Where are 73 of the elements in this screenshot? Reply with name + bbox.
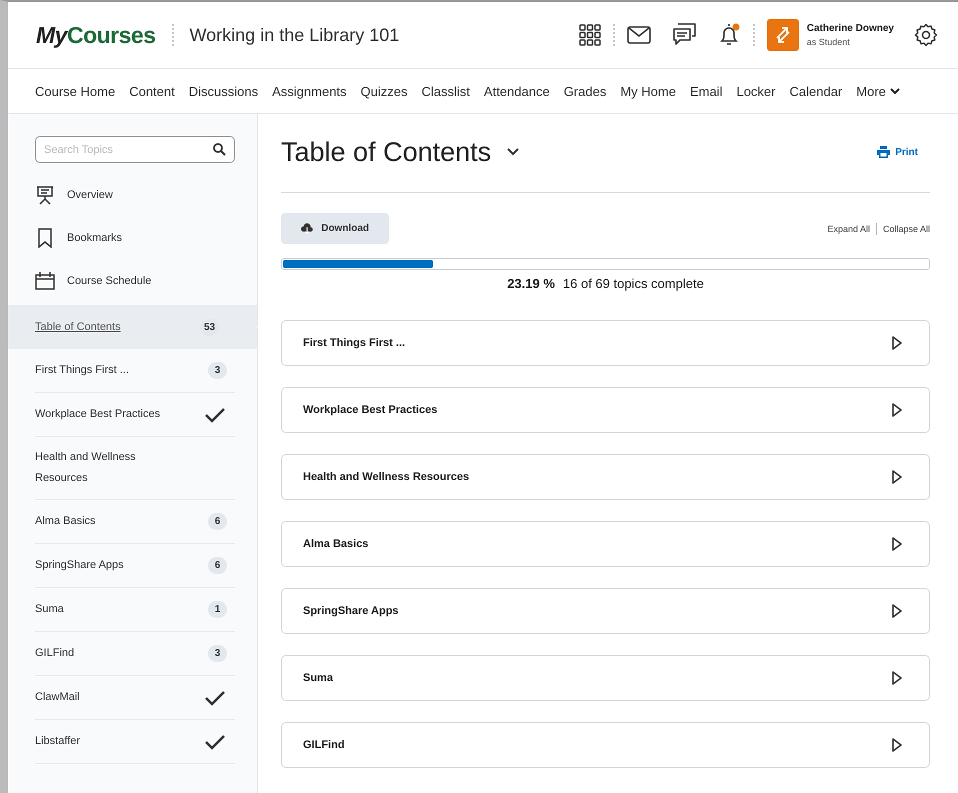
- module-item[interactable]: Alma Basics 6: [35, 500, 235, 544]
- checkmark-icon: [205, 734, 225, 750]
- nav-link[interactable]: Course Home: [35, 84, 116, 98]
- chat-icon[interactable]: [670, 23, 697, 47]
- checkmark-icon: [205, 406, 225, 422]
- progress-summary: 16 of 69 topics complete: [562, 276, 704, 291]
- count-badge: 6: [208, 513, 227, 530]
- expand-arrow-icon[interactable]: [892, 537, 902, 551]
- module-item[interactable]: Suma 1: [35, 588, 235, 632]
- nav-link[interactable]: Attendance: [484, 84, 550, 98]
- module-item[interactable]: SpringShare Apps 6: [35, 544, 235, 588]
- print-link[interactable]: Print: [877, 146, 918, 158]
- nav-link[interactable]: My Home: [620, 84, 676, 98]
- count-badge: 1: [208, 601, 227, 618]
- expand-arrow-icon[interactable]: [892, 336, 902, 350]
- course-title: Working in the Library 101: [190, 24, 400, 46]
- module-card[interactable]: First Things First ...: [281, 320, 930, 366]
- module-item[interactable]: Workplace Best Practices: [35, 393, 235, 437]
- printer-icon: [877, 146, 890, 158]
- nav-link[interactable]: Classlist: [422, 84, 470, 98]
- more-menu[interactable]: More: [856, 84, 900, 98]
- expand-arrow-icon[interactable]: [892, 738, 902, 752]
- download-button[interactable]: Download: [281, 213, 389, 244]
- count-badge: 3: [208, 645, 227, 662]
- expand-arrow-icon[interactable]: [892, 671, 902, 685]
- grid-icon[interactable]: [578, 24, 601, 46]
- chevron-down-icon[interactable]: [507, 148, 520, 156]
- module-item[interactable]: ClawMail: [35, 676, 235, 720]
- expand-all-link[interactable]: Expand All: [827, 224, 870, 234]
- module-card[interactable]: Alma Basics: [281, 521, 930, 567]
- module-card[interactable]: Workplace Best Practices: [281, 387, 930, 433]
- page-title: Table of Contents: [281, 136, 492, 168]
- nav-link[interactable]: Assignments: [272, 84, 347, 98]
- search-field[interactable]: Search Topics: [35, 136, 235, 163]
- expand-arrow-icon[interactable]: [892, 470, 902, 484]
- nav-link[interactable]: Content: [129, 84, 175, 98]
- module-card[interactable]: GILFind: [281, 722, 930, 768]
- module-card[interactable]: Suma: [281, 655, 930, 701]
- expand-arrow-icon[interactable]: [892, 604, 902, 618]
- module-card[interactable]: Health and Wellness Resources: [281, 454, 930, 500]
- nav-link[interactable]: Locker: [736, 84, 776, 98]
- count-badge: 6: [208, 557, 227, 574]
- sidebar-link[interactable]: Course Schedule: [67, 275, 152, 287]
- progress-percent: 23.19 %: [507, 276, 555, 291]
- mail-icon[interactable]: [626, 26, 651, 44]
- swap-icon[interactable]: [766, 19, 799, 51]
- collapse-all-link[interactable]: Collapse All: [882, 224, 930, 234]
- nav-link[interactable]: Quizzes: [360, 84, 408, 98]
- sidebar-link[interactable]: Bookmarks: [67, 232, 122, 244]
- nav-link[interactable]: Grades: [564, 84, 606, 98]
- module-item[interactable]: Health and Wellness Resources: [35, 437, 235, 500]
- module-item[interactable]: Libstaffer: [35, 720, 235, 764]
- nav-link[interactable]: Email: [690, 84, 722, 98]
- cloud-download-icon: [301, 222, 314, 234]
- module-item[interactable]: First Things First ... 3: [35, 349, 235, 393]
- expand-arrow-icon[interactable]: [892, 403, 902, 417]
- search-icon[interactable]: [213, 143, 226, 156]
- module-item[interactable]: Table of Contents 53: [8, 305, 257, 349]
- count-badge: 53: [200, 318, 219, 336]
- checkmark-icon: [205, 690, 225, 706]
- nav-link[interactable]: Calendar: [790, 84, 842, 98]
- logo[interactable]: MyCourses: [36, 22, 156, 48]
- calendar-icon: [35, 271, 55, 291]
- sidebar-link[interactable]: Overview: [67, 189, 113, 201]
- user-role: as Student: [806, 37, 851, 47]
- nav-link[interactable]: Discussions: [188, 84, 258, 98]
- caret-icon: [890, 88, 900, 94]
- settings-icon[interactable]: [914, 23, 938, 47]
- count-badge: 3: [208, 362, 227, 379]
- module-item[interactable]: GILFind 3: [35, 632, 235, 676]
- user-name[interactable]: Catherine Downey: [806, 23, 894, 34]
- module-card[interactable]: SpringShare Apps: [281, 588, 930, 634]
- presentation-icon: [35, 185, 55, 205]
